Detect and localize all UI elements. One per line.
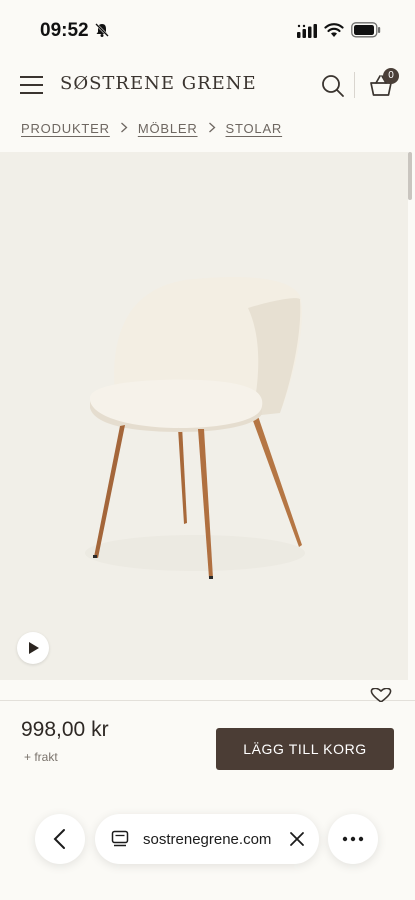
basket-count-badge: 0 xyxy=(383,68,399,84)
status-bar: 09:52 xyxy=(0,0,415,60)
chevron-right-icon xyxy=(120,121,128,136)
add-to-cart-button[interactable]: LÄGG TILL KORG xyxy=(216,728,394,770)
product-image-chair xyxy=(85,277,305,579)
breadcrumb-item-furniture[interactable]: MÖBLER xyxy=(138,121,198,136)
search-icon[interactable] xyxy=(321,74,345,98)
breadcrumb-item-products[interactable]: PRODUKTER xyxy=(21,121,110,136)
heart-icon[interactable] xyxy=(369,688,393,702)
shipping-note: + frakt xyxy=(24,750,58,764)
battery-icon xyxy=(351,22,381,38)
browser-back-button[interactable] xyxy=(35,814,85,864)
tabs-icon[interactable] xyxy=(111,830,129,848)
status-time: 09:52 xyxy=(40,20,89,41)
bell-slash-icon xyxy=(95,23,109,37)
page-scrollbar[interactable] xyxy=(408,152,412,200)
cellular-signal-icon xyxy=(297,24,317,38)
more-icon xyxy=(342,836,364,842)
purchase-panel-border xyxy=(0,700,415,701)
site-header: SØSTRENE GRENE xyxy=(0,60,415,112)
play-icon xyxy=(29,642,39,654)
browser-address-bar[interactable]: sostrenegrene.com xyxy=(95,814,319,864)
site-logo[interactable]: SØSTRENE GRENE xyxy=(60,73,257,94)
wifi-icon xyxy=(324,23,344,37)
browser-url-text[interactable]: sostrenegrene.com xyxy=(143,831,271,848)
chevron-left-icon xyxy=(53,829,65,849)
browser-more-button[interactable] xyxy=(328,814,378,864)
breadcrumb-item-chairs[interactable]: STOLAR xyxy=(226,121,283,136)
product-price: 998,00 kr xyxy=(21,718,109,741)
close-icon[interactable] xyxy=(289,831,305,847)
hamburger-menu-icon[interactable] xyxy=(20,76,43,94)
breadcrumb: PRODUKTER MÖBLER STOLAR xyxy=(21,121,282,136)
chevron-right-icon xyxy=(208,121,216,136)
header-divider xyxy=(354,72,355,98)
play-video-button[interactable] xyxy=(17,632,49,664)
